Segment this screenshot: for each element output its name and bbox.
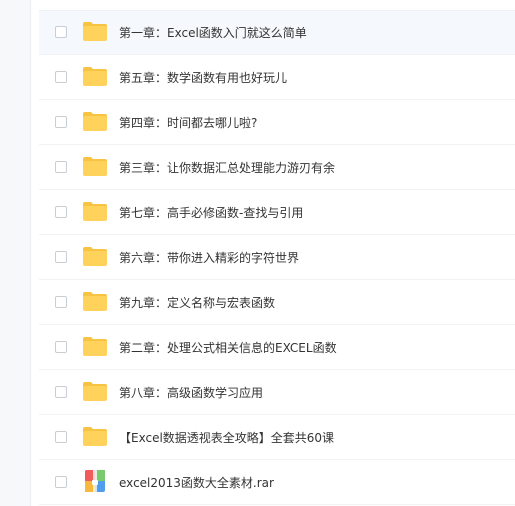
file-name[interactable]: 【Excel数据透视表全攻略】全套共60课 — [119, 416, 334, 460]
folder-icon — [83, 22, 107, 41]
file-name[interactable]: 第五章：数学函数有用也好玩儿 — [119, 56, 287, 100]
list-item[interactable]: 第一章：Excel函数入门就这么简单 — [39, 11, 515, 55]
list-item[interactable]: 第七章：高手必修函数-查找与引用 — [39, 191, 515, 235]
folder-icon — [83, 427, 107, 446]
list-item[interactable]: 【Excel数据透视表全攻略】全套共60课 — [39, 416, 515, 460]
folder-icon — [83, 382, 107, 401]
row-checkbox[interactable] — [55, 116, 67, 128]
list-item[interactable]: 第八章：高级函数学习应用 — [39, 371, 515, 415]
row-checkbox[interactable] — [55, 206, 67, 218]
list-item[interactable]: 第五章：数学函数有用也好玩儿 — [39, 56, 515, 100]
folder-icon — [83, 157, 107, 176]
list-item[interactable]: 第三章：让你数据汇总处理能力游刃有余 — [39, 146, 515, 190]
row-checkbox[interactable] — [55, 431, 67, 443]
folder-icon — [83, 337, 107, 356]
file-name[interactable]: excel2013函数大全素材.rar — [119, 461, 274, 505]
row-checkbox[interactable] — [55, 296, 67, 308]
list-item[interactable]: 第二章：处理公式相关信息的EXCEL函数 — [39, 326, 515, 370]
file-name[interactable]: 第三章：让你数据汇总处理能力游刃有余 — [119, 146, 335, 190]
row-checkbox[interactable] — [55, 386, 67, 398]
folder-icon — [83, 67, 107, 86]
file-name[interactable]: 第七章：高手必修函数-查找与引用 — [119, 191, 303, 235]
file-name[interactable]: 第二章：处理公式相关信息的EXCEL函数 — [119, 326, 337, 370]
list-item[interactable]: 第九章：定义名称与宏表函数 — [39, 281, 515, 325]
list-item[interactable]: 第四章：时间都去哪儿啦? — [39, 101, 515, 145]
file-name[interactable]: 第四章：时间都去哪儿啦? — [119, 101, 257, 145]
file-name[interactable]: 第九章：定义名称与宏表函数 — [119, 281, 275, 325]
folder-icon — [83, 112, 107, 131]
file-name[interactable]: 第一章：Excel函数入门就这么简单 — [119, 11, 307, 55]
list-item[interactable]: excel2013函数大全素材.rar — [39, 461, 515, 505]
left-sidebar — [0, 0, 31, 506]
folder-icon — [83, 292, 107, 311]
row-checkbox[interactable] — [55, 251, 67, 263]
row-checkbox[interactable] — [55, 161, 67, 173]
folder-icon — [83, 247, 107, 266]
list-item[interactable]: 第六章：带你进入精彩的字符世界 — [39, 236, 515, 280]
folder-icon — [83, 202, 107, 221]
row-checkbox[interactable] — [55, 341, 67, 353]
row-checkbox[interactable] — [55, 26, 67, 38]
row-checkbox[interactable] — [55, 71, 67, 83]
archive-icon — [85, 470, 105, 492]
row-checkbox[interactable] — [55, 476, 67, 488]
file-name[interactable]: 第六章：带你进入精彩的字符世界 — [119, 236, 299, 280]
file-name[interactable]: 第八章：高级函数学习应用 — [119, 371, 263, 415]
